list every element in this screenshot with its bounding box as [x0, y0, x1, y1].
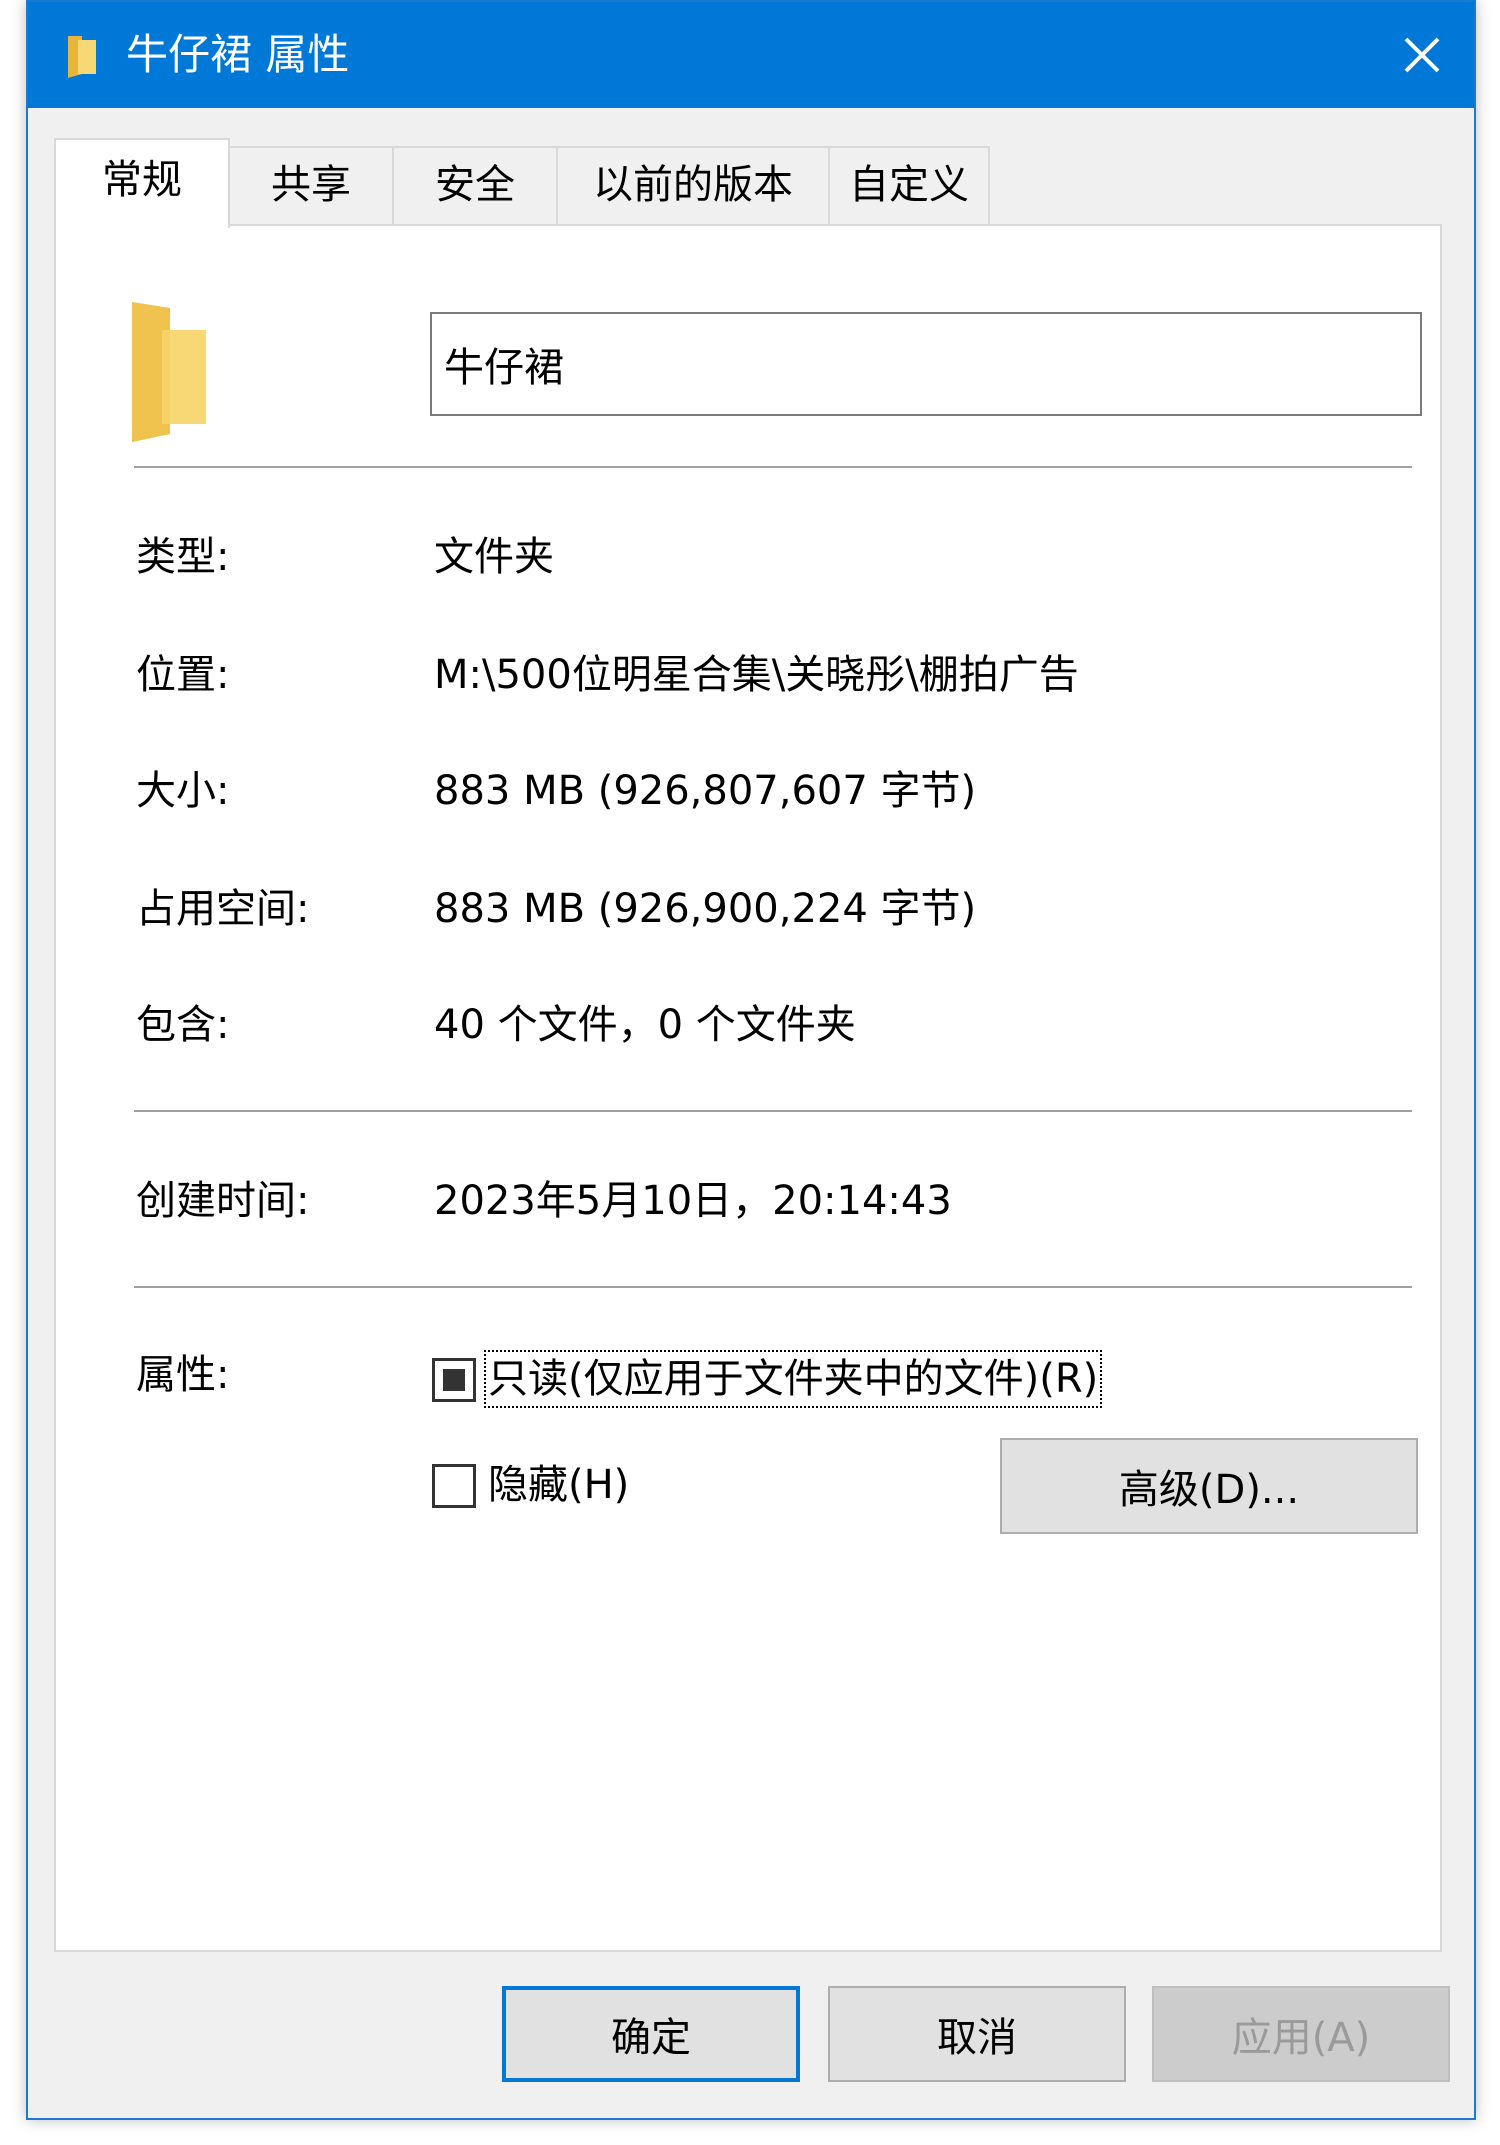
title-bar[interactable]: 牛仔裙 属性 [28, 2, 1474, 108]
created-label: 创建时间: [136, 1178, 310, 1224]
contains-label: 包含: [136, 1002, 230, 1048]
tab-previous-versions[interactable]: 以前的版本 [556, 146, 830, 224]
type-value: 文件夹 [434, 534, 554, 580]
tab-sharing[interactable]: 共享 [228, 146, 394, 224]
window-title: 牛仔裙 属性 [126, 30, 350, 79]
hidden-checkbox-label[interactable]: 隐藏(H) [488, 1460, 629, 1510]
attributes-label: 属性: [136, 1352, 230, 1398]
apply-button[interactable]: 应用(A) [1152, 1986, 1450, 2082]
contains-value: 40 个文件，0 个文件夹 [434, 1002, 856, 1048]
readonly-checkbox-label[interactable]: 只读(仅应用于文件夹中的文件)(R) [483, 1350, 1103, 1408]
separator [134, 466, 1412, 468]
general-panel: 类型: 文件夹 位置: M:\500位明星合集\关晓彤\棚拍广告 大小: 883… [54, 224, 1442, 1952]
folder-name-input[interactable] [430, 312, 1422, 416]
type-label: 类型: [136, 534, 230, 580]
advanced-button[interactable]: 高级(D)... [1000, 1438, 1418, 1534]
size-on-disk-label: 占用空间: [136, 886, 310, 932]
separator [134, 1110, 1412, 1112]
folder-icon [132, 302, 206, 442]
folder-icon [68, 36, 96, 78]
ok-button[interactable]: 确定 [502, 1986, 800, 2082]
created-value: 2023年5月10日，20:14:43 [434, 1178, 952, 1224]
size-on-disk-value: 883 MB (926,900,224 字节) [434, 886, 977, 932]
location-value: M:\500位明星合集\关晓彤\棚拍广告 [434, 652, 1079, 698]
size-label: 大小: [136, 768, 230, 814]
location-label: 位置: [136, 652, 230, 698]
size-value: 883 MB (926,807,607 字节) [434, 768, 977, 814]
tab-general[interactable]: 常规 [54, 138, 230, 228]
close-icon [1404, 37, 1440, 73]
close-button[interactable] [1370, 2, 1474, 108]
tab-security[interactable]: 安全 [392, 146, 558, 224]
hidden-checkbox[interactable] [432, 1464, 476, 1508]
tab-customize[interactable]: 自定义 [828, 146, 990, 224]
separator [134, 1286, 1412, 1288]
readonly-checkbox[interactable] [432, 1358, 476, 1402]
properties-dialog: 牛仔裙 属性 常规 共享 安全 以前的版本 自定义 类型: 文件夹 位置: M:… [26, 0, 1476, 2120]
cancel-button[interactable]: 取消 [828, 1986, 1126, 2082]
